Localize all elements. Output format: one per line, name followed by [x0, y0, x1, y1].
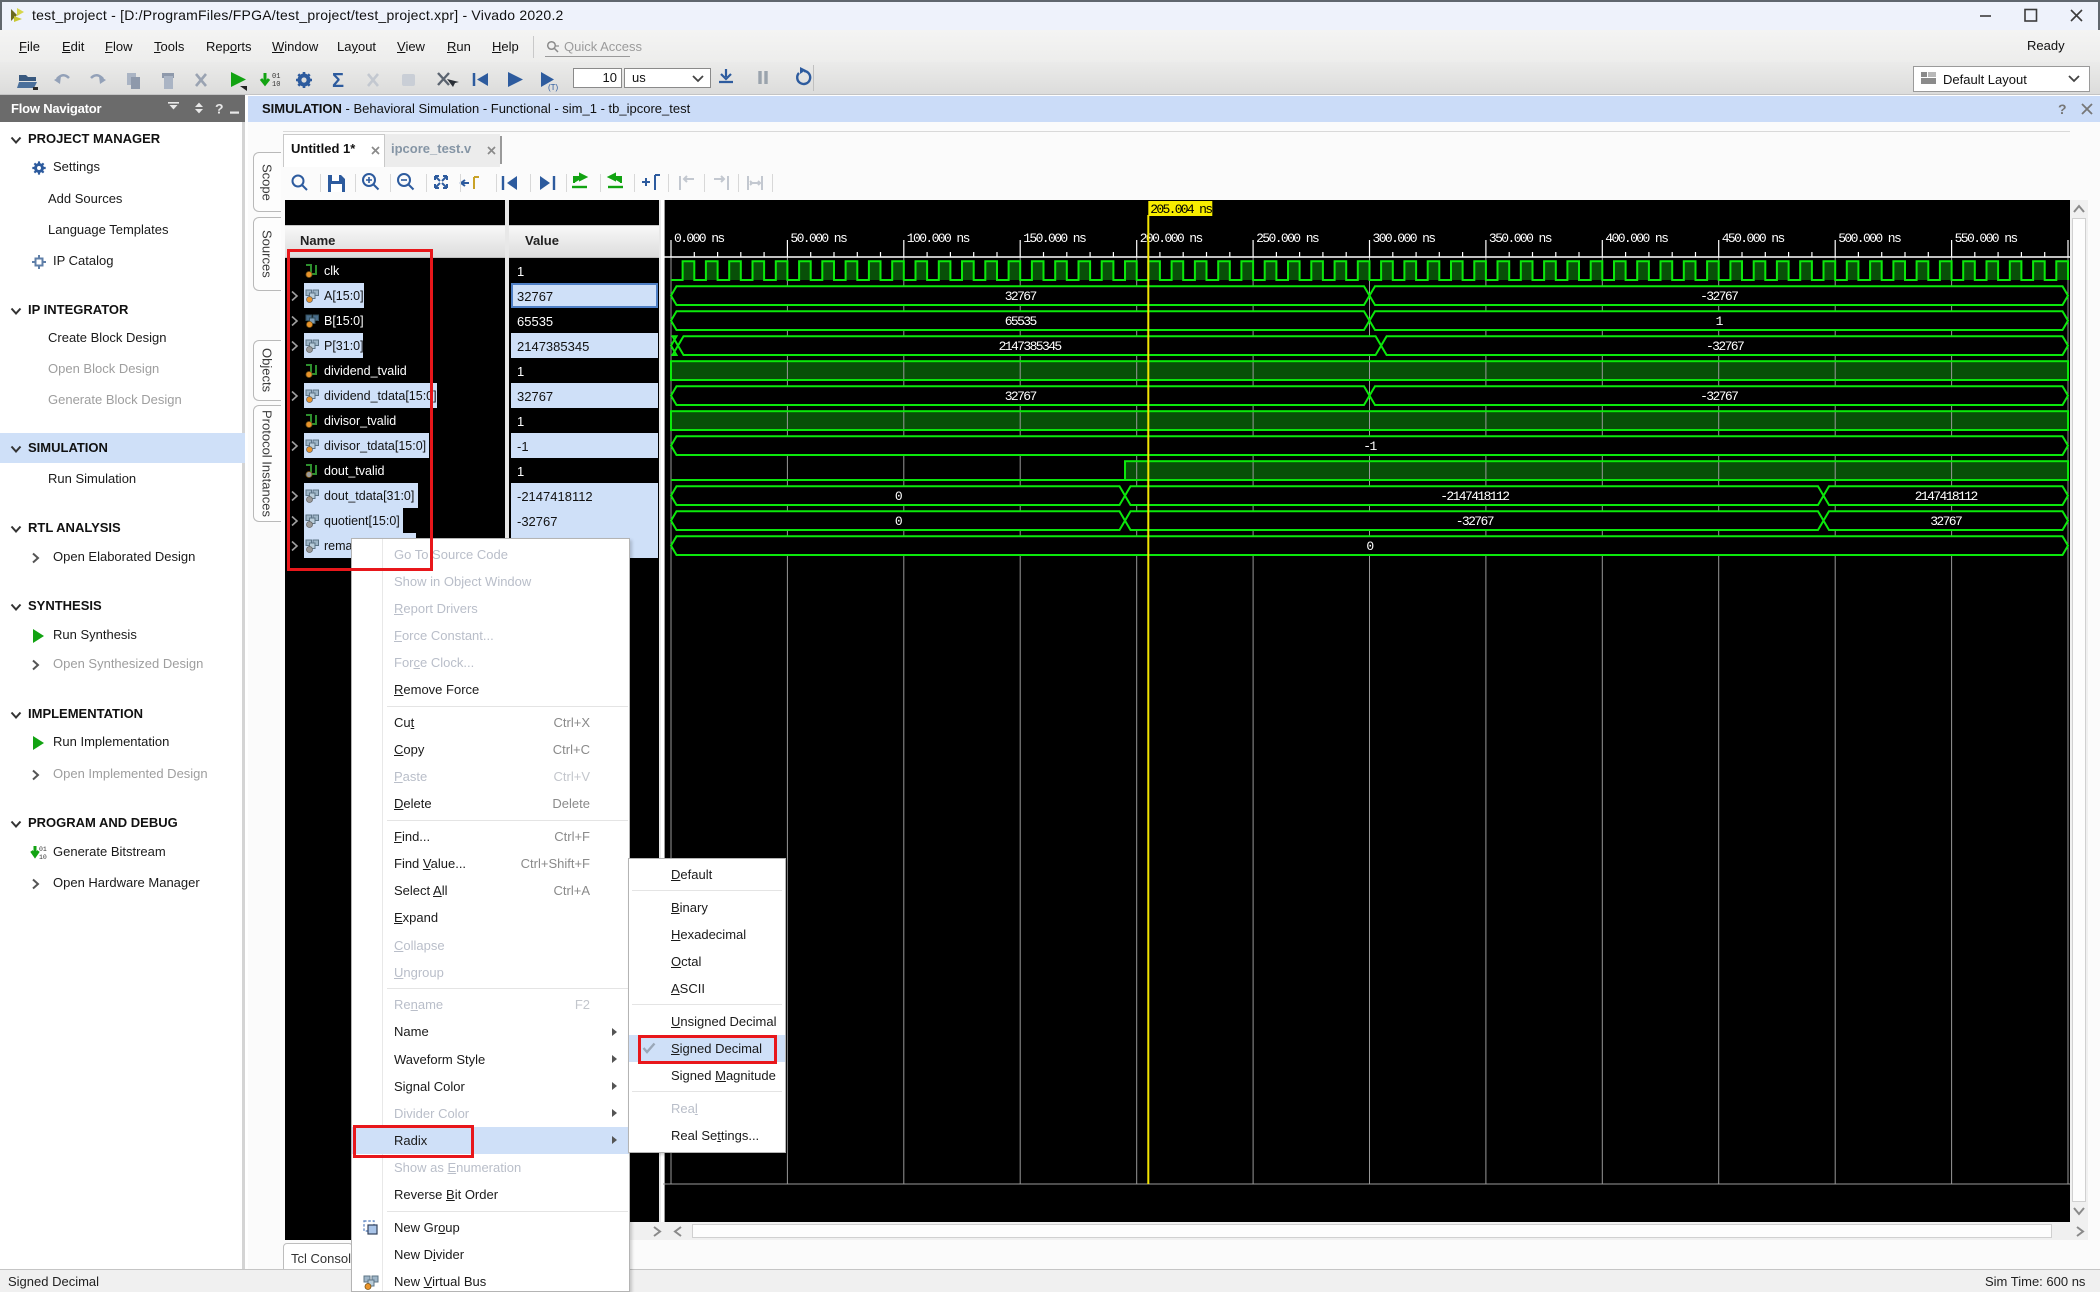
- svg-text:01: 01: [39, 846, 47, 853]
- svg-text:(T): (T): [548, 83, 559, 92]
- svg-text:32767: 32767: [1005, 289, 1037, 304]
- svg-text:400.000 ns: 400.000 ns: [1605, 231, 1668, 246]
- svg-text:-2147418112: -2147418112: [1440, 489, 1509, 504]
- svg-text:Σ: Σ: [332, 70, 344, 92]
- svg-text:10: 10: [272, 81, 280, 89]
- svg-text:500.000 ns: 500.000 ns: [1838, 231, 1901, 246]
- svg-text:350.000 ns: 350.000 ns: [1489, 231, 1552, 246]
- svg-text:10: 10: [39, 854, 47, 861]
- svg-text:0: 0: [895, 514, 902, 529]
- svg-text:50.000 ns: 50.000 ns: [790, 231, 847, 246]
- svg-text:32767: 32767: [1005, 389, 1037, 404]
- svg-text:-1: -1: [1363, 439, 1377, 454]
- svg-text:?: ?: [2058, 101, 2067, 117]
- svg-text:450.000 ns: 450.000 ns: [1722, 231, 1785, 246]
- svg-text:2147418112: 2147418112: [1915, 489, 1978, 504]
- svg-text:300.000 ns: 300.000 ns: [1373, 231, 1436, 246]
- svg-text:550.000 ns: 550.000 ns: [1955, 231, 2018, 246]
- svg-text:100.000 ns: 100.000 ns: [907, 231, 970, 246]
- svg-text:01: 01: [272, 73, 280, 81]
- svg-text:0: 0: [895, 489, 902, 504]
- svg-text:250.000 ns: 250.000 ns: [1256, 231, 1319, 246]
- svg-text:?: ?: [215, 101, 224, 117]
- svg-text:-32767: -32767: [1456, 514, 1494, 529]
- svg-text:205.004 ns: 205.004 ns: [1150, 202, 1212, 217]
- svg-text:0.000 ns: 0.000 ns: [674, 231, 724, 246]
- svg-text:-32767: -32767: [1706, 339, 1744, 354]
- svg-text:0: 0: [1366, 539, 1373, 554]
- svg-text:2147385345: 2147385345: [999, 339, 1062, 354]
- svg-text:-32767: -32767: [1700, 389, 1738, 404]
- svg-text:32767: 32767: [1930, 514, 1962, 529]
- svg-text:65535: 65535: [1005, 314, 1037, 329]
- svg-text:150.000 ns: 150.000 ns: [1023, 231, 1086, 246]
- svg-text:-32767: -32767: [1700, 289, 1738, 304]
